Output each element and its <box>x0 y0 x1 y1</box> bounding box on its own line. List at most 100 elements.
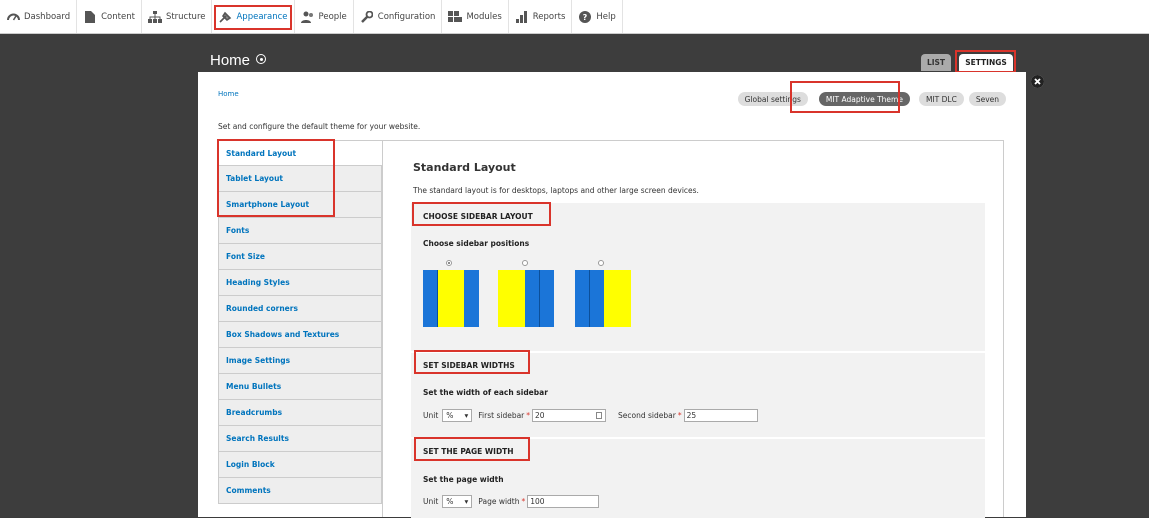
toolbar-label: Configuration <box>377 11 436 22</box>
toolbar-label: Help <box>596 11 616 22</box>
unit-select[interactable]: % ▾ <box>442 409 473 422</box>
section-description: The standard layout is for desktops, lap… <box>413 186 699 195</box>
toolbar-label: Dashboard <box>24 11 71 22</box>
chevron-down-icon: ▾ <box>464 497 469 506</box>
layout-option-sidebars-right[interactable] <box>498 270 554 327</box>
vertical-tab-standard-layout[interactable]: Standard Layout <box>218 140 382 166</box>
toolbar-label: Modules <box>466 11 502 22</box>
first-sidebar-label: First sidebar <box>478 411 525 420</box>
modules-icon <box>448 10 463 24</box>
vertical-tab-fonts[interactable]: Fonts <box>218 218 382 244</box>
close-icon <box>1031 75 1044 88</box>
tab-settings[interactable]: SETTINGS <box>959 54 1013 71</box>
page-width-row: Unit % ▾ Page width * 100 <box>423 495 611 508</box>
shortcut-icon[interactable] <box>256 54 267 64</box>
people-icon <box>300 10 315 24</box>
unit-select[interactable]: % ▾ <box>442 495 473 508</box>
theme-tabs: Global settings MIT Adaptive Theme MIT D… <box>737 92 1006 106</box>
layout-option-sidebars-both[interactable] <box>575 270 631 327</box>
vertical-tab-image-settings[interactable]: Image Settings <box>218 348 382 374</box>
unit-value: % <box>446 411 454 420</box>
layout-radio-2[interactable] <box>522 260 528 266</box>
structure-icon <box>147 10 162 24</box>
vertical-tab-search-results[interactable]: Search Results <box>218 426 382 452</box>
vertical-tab-box-shadows[interactable]: Box Shadows and Textures <box>218 322 382 348</box>
tab-list[interactable]: LIST <box>921 54 951 71</box>
admin-toolbar: Dashboard Content Structure Appearance P… <box>0 0 1149 34</box>
page-width-input[interactable]: 100 <box>527 495 600 508</box>
breadcrumb[interactable]: Home <box>218 90 239 98</box>
spinner-icon[interactable] <box>596 412 603 419</box>
appearance-icon <box>218 10 232 24</box>
field-label: Set the page width <box>423 475 504 484</box>
toolbar-label: Structure <box>165 11 206 22</box>
vertical-tab-smartphone-layout[interactable]: Smartphone Layout <box>218 192 382 218</box>
toolbar-reports[interactable]: Reports <box>509 0 573 33</box>
input-value: 25 <box>686 411 697 420</box>
tab-mit-dlc[interactable]: MIT DLC <box>918 92 964 106</box>
required-marker: * <box>677 411 682 420</box>
toolbar-label: Reports <box>532 11 566 22</box>
overlay-title: Home <box>210 52 267 69</box>
svg-text:?: ? <box>583 13 588 22</box>
unit-value: % <box>446 497 454 506</box>
layout-option-sidebars-left[interactable] <box>423 270 479 327</box>
vertical-tab-heading-styles[interactable]: Heading Styles <box>218 270 382 296</box>
toolbar-label: People <box>318 11 347 22</box>
layout-radio-3[interactable] <box>598 260 604 266</box>
field-label: Choose sidebar positions <box>423 239 530 248</box>
unit-label: Unit <box>423 411 439 420</box>
toolbar-label: Appearance <box>236 11 288 22</box>
sidebar-width-row: Unit % ▾ First sidebar * 20 Second sideba… <box>423 409 770 422</box>
vertical-tabs: Standard Layout Tablet Layout Smartphone… <box>218 140 382 504</box>
fieldset-page-width: SET THE PAGE WIDTH Set the page width Un… <box>411 439 985 518</box>
toolbar-help[interactable]: ? Help <box>572 0 623 33</box>
tab-global-settings[interactable]: Global settings <box>737 92 808 106</box>
first-sidebar-input[interactable]: 20 <box>532 409 607 422</box>
close-overlay-button[interactable] <box>1031 75 1044 88</box>
dashboard-icon <box>6 10 20 24</box>
vertical-tab-rounded-corners[interactable]: Rounded corners <box>218 296 382 322</box>
tab-mit-adaptive-theme[interactable]: MIT Adaptive Theme <box>818 92 910 106</box>
second-sidebar-input[interactable]: 25 <box>683 409 758 422</box>
toolbar-appearance[interactable]: Appearance <box>212 0 295 33</box>
vertical-tab-font-size[interactable]: Font Size <box>218 244 382 270</box>
toolbar-people[interactable]: People <box>295 0 354 33</box>
fieldset-legend: SET THE PAGE WIDTH <box>423 447 514 456</box>
fieldset-sidebar-layout: CHOOSE SIDEBAR LAYOUT Choose sidebar pos… <box>411 203 985 351</box>
section-title: Standard Layout <box>413 161 516 174</box>
configuration-icon <box>360 10 374 24</box>
vertical-tab-pane: Standard Layout The standard layout is f… <box>382 140 1004 518</box>
fieldset-sidebar-widths: SET SIDEBAR WIDTHS Set the width of each… <box>411 353 985 437</box>
input-value: 20 <box>535 411 545 420</box>
reports-icon <box>515 10 529 24</box>
overlay-panel: Home Global settings MIT Adaptive Theme … <box>198 72 1026 518</box>
layout-radio-1[interactable] <box>446 260 452 266</box>
chevron-down-icon: ▾ <box>464 411 469 420</box>
vertical-tab-breadcrumbs[interactable]: Breadcrumbs <box>218 400 382 426</box>
help-icon: ? <box>578 10 592 24</box>
toolbar-dashboard[interactable]: Dashboard <box>0 0 78 33</box>
required-marker: * <box>526 411 531 420</box>
required-marker: * <box>521 497 526 506</box>
vertical-tab-tablet-layout[interactable]: Tablet Layout <box>218 166 382 192</box>
second-sidebar-label: Second sidebar <box>618 411 676 420</box>
page-title: Home <box>210 52 251 69</box>
fieldset-legend: SET SIDEBAR WIDTHS <box>423 361 515 370</box>
tab-seven[interactable]: Seven <box>968 92 1006 106</box>
fieldset-legend: CHOOSE SIDEBAR LAYOUT <box>423 212 533 221</box>
toolbar-modules[interactable]: Modules <box>442 0 509 33</box>
content-icon <box>83 10 97 24</box>
toolbar-content[interactable]: Content <box>77 0 142 33</box>
vertical-tab-comments[interactable]: Comments <box>218 478 382 504</box>
input-value: 100 <box>530 497 545 506</box>
vertical-tab-login-block[interactable]: Login Block <box>218 452 382 478</box>
field-label: Set the width of each sidebar <box>423 388 548 397</box>
toolbar-label: Content <box>101 11 135 22</box>
page-description: Set and configure the default theme for … <box>218 122 421 131</box>
page-width-label: Page width <box>478 497 520 506</box>
toolbar-configuration[interactable]: Configuration <box>354 0 443 33</box>
vertical-tab-menu-bullets[interactable]: Menu Bullets <box>218 374 382 400</box>
toolbar-structure[interactable]: Structure <box>142 0 213 33</box>
unit-label: Unit <box>423 497 439 506</box>
